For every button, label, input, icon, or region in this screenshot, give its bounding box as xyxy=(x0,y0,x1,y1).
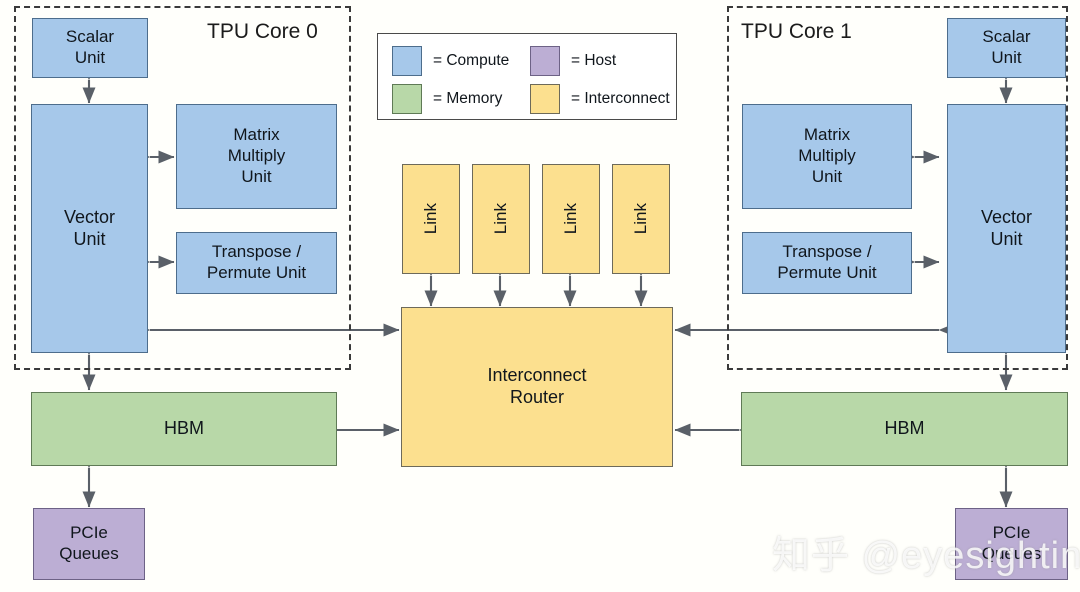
legend-label-interconnect: = Interconnect xyxy=(571,90,670,107)
legend-item-interconnect: = Interconnect xyxy=(530,84,670,114)
legend-swatch-host xyxy=(530,46,560,76)
legend-item-memory: = Memory xyxy=(392,84,502,114)
pcie-queues-core1[interactable]: PCIe Queues xyxy=(955,508,1068,580)
transpose-permute-unit-core1[interactable]: Transpose / Permute Unit xyxy=(742,232,912,294)
scalar-unit-core1[interactable]: Scalar Unit xyxy=(947,18,1066,78)
legend-swatch-interconnect xyxy=(530,84,560,114)
legend-item-host: = Host xyxy=(530,46,616,76)
core-title-1: TPU Core 1 xyxy=(741,20,852,43)
link-box-3[interactable]: Link xyxy=(612,164,670,274)
vector-unit-core1[interactable]: Vector Unit xyxy=(947,104,1066,353)
legend-swatch-compute xyxy=(392,46,422,76)
legend: = Compute = Host = Memory = Interconnect xyxy=(377,33,677,120)
link-label-3: Link xyxy=(630,203,650,235)
link-box-1[interactable]: Link xyxy=(472,164,530,274)
legend-swatch-memory xyxy=(392,84,422,114)
legend-label-compute: = Compute xyxy=(433,52,510,69)
transpose-permute-unit-core0[interactable]: Transpose / Permute Unit xyxy=(176,232,337,294)
legend-label-memory: = Memory xyxy=(433,90,503,107)
scalar-unit-core0[interactable]: Scalar Unit xyxy=(32,18,148,78)
hbm-core1[interactable]: HBM xyxy=(741,392,1068,466)
link-box-2[interactable]: Link xyxy=(542,164,600,274)
matrix-multiply-unit-core0[interactable]: Matrix Multiply Unit xyxy=(176,104,337,209)
interconnect-router[interactable]: Interconnect Router xyxy=(401,307,673,467)
legend-item-compute: = Compute xyxy=(392,46,509,76)
matrix-multiply-unit-core1[interactable]: Matrix Multiply Unit xyxy=(742,104,912,209)
link-label-2: Link xyxy=(560,203,580,235)
pcie-queues-core0[interactable]: PCIe Queues xyxy=(33,508,145,580)
vector-unit-core0[interactable]: Vector Unit xyxy=(31,104,148,353)
tpu-architecture-diagram: TPU Core 0 Scalar Unit Vector Unit Matri… xyxy=(0,0,1080,592)
hbm-core0[interactable]: HBM xyxy=(31,392,337,466)
link-label-1: Link xyxy=(490,203,510,235)
core-title-0: TPU Core 0 xyxy=(207,20,318,43)
link-label-0: Link xyxy=(420,203,440,235)
legend-label-host: = Host xyxy=(571,52,617,69)
link-box-0[interactable]: Link xyxy=(402,164,460,274)
